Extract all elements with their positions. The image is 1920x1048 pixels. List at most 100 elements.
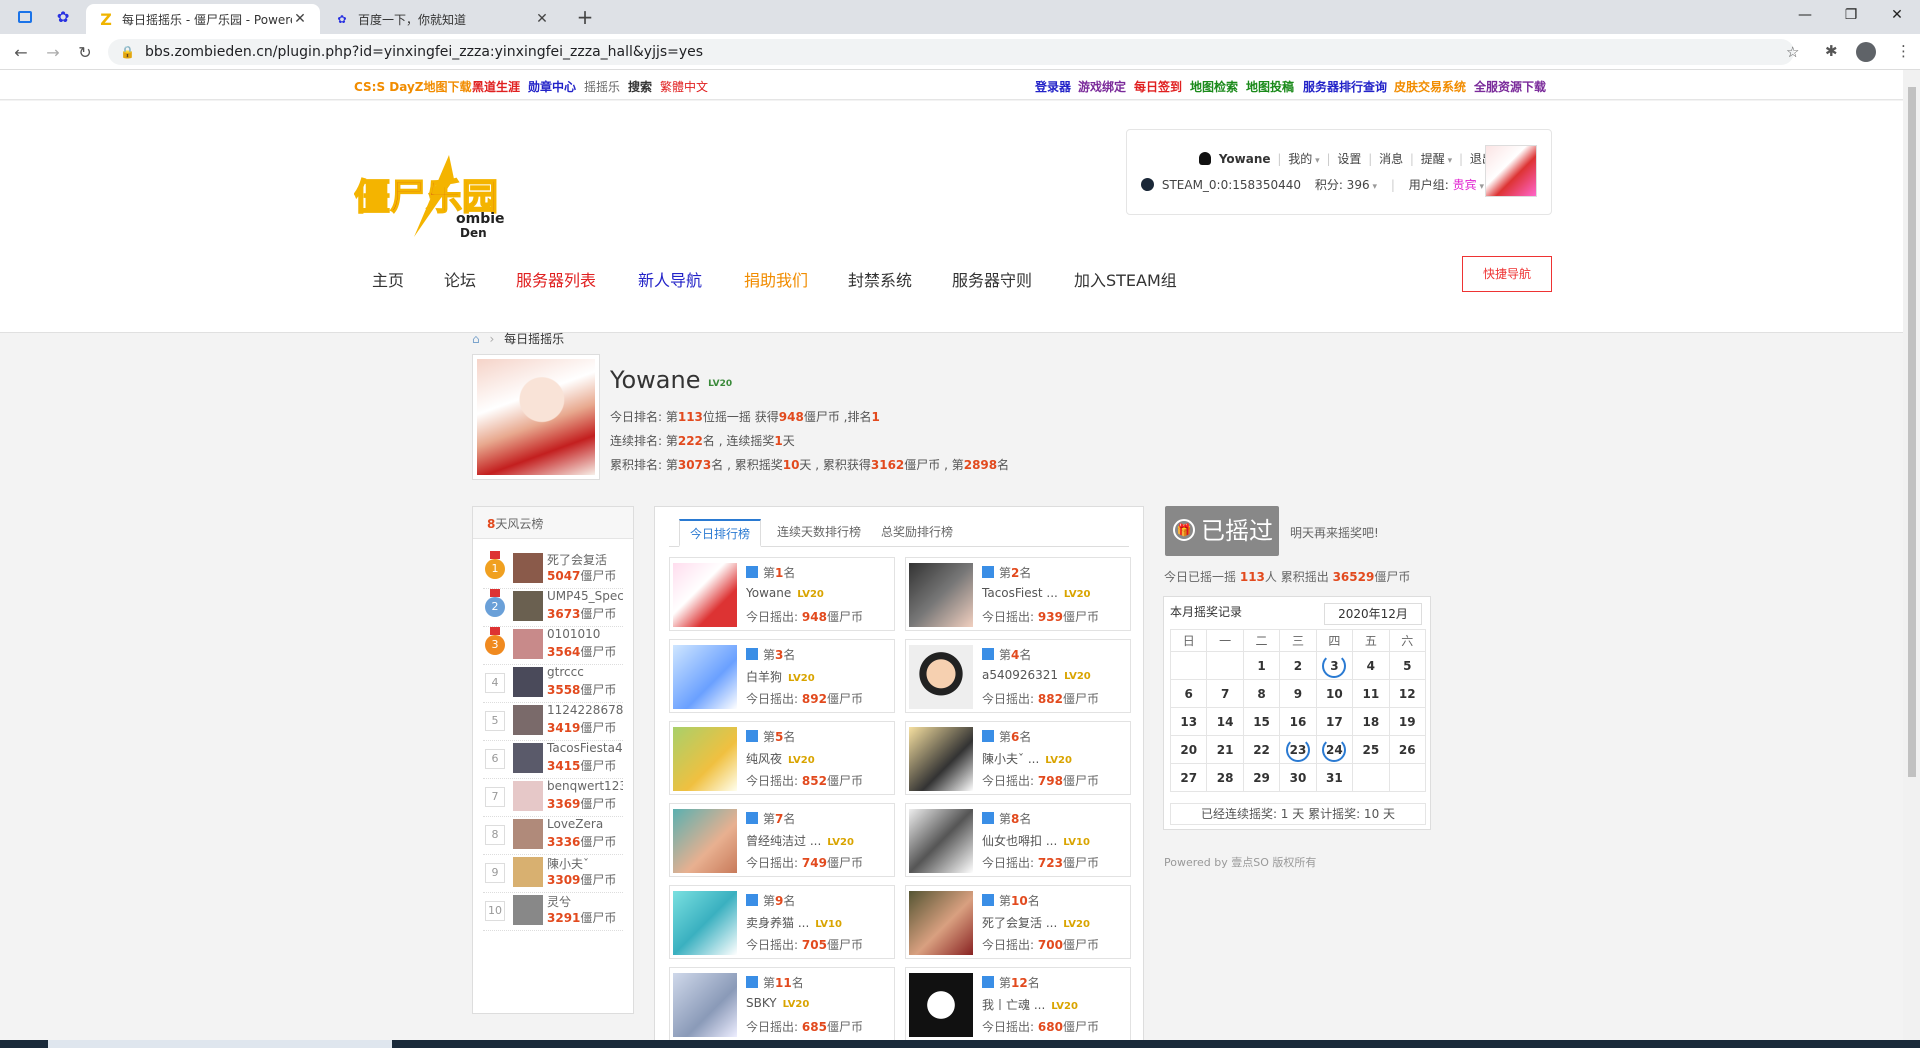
avatar[interactable] [909, 891, 973, 955]
toplink-skin-trade[interactable]: 皮肤交易系统 [1394, 78, 1466, 95]
username-link[interactable]: Yowane [1219, 152, 1271, 166]
weekly-user-name[interactable]: 0101010 [547, 627, 623, 641]
toplink-server-rank[interactable]: 服务器排行查询 [1303, 78, 1387, 95]
nav-servers[interactable]: 服务器列表 [516, 267, 596, 291]
toplink-bind[interactable]: 游戏绑定 [1078, 78, 1126, 95]
avatar[interactable] [513, 895, 543, 925]
rank-user-name[interactable]: 我丨亡魂 ... LV20 [982, 996, 1078, 1013]
weekly-user-name[interactable]: 陳小夫ˇ [547, 855, 623, 872]
home-icon[interactable]: ⌂ [472, 332, 480, 346]
rank-user-name[interactable]: 仙女也嘚扣 ... LV10 [982, 832, 1090, 849]
rank-user-name[interactable]: 陳小夫ˇ ... LV20 [982, 750, 1072, 767]
avatar[interactable] [513, 705, 543, 735]
already-shaken-button[interactable]: 🎁 已摇过 [1165, 506, 1279, 556]
nav-donate[interactable]: 捐助我们 [744, 267, 808, 291]
toplink-dayz[interactable]: CS:S DayZ地图下载 [354, 78, 472, 95]
rank-card[interactable]: 第5名 纯风夜 LV20 今日摇出: 852僵尸币 [669, 721, 895, 795]
toplink-medals[interactable]: 勋章中心 [528, 78, 576, 95]
rank-card[interactable]: 第8名 仙女也嘚扣 ... LV10 今日摇出: 723僵尸币 [905, 803, 1131, 877]
rank-card[interactable]: 第12名 我丨亡魂 ... LV20 今日摇出: 680僵尸币 [905, 967, 1131, 1041]
rank-user-name[interactable]: SBKY LV20 [746, 996, 809, 1010]
rank-card[interactable]: 第10名 死了会复活 ... LV20 今日摇出: 700僵尸币 [905, 885, 1131, 959]
rank-card[interactable]: 第3名 白羊狗 LV20 今日摇出: 892僵尸币 [669, 639, 895, 713]
rank-card[interactable]: 第1名 Yowane LV20 今日摇出: 948僵尸币 [669, 557, 895, 631]
avatar[interactable] [673, 727, 737, 791]
rank-card[interactable]: 第11名 SBKY LV20 今日摇出: 685僵尸币 [669, 967, 895, 1041]
menu-icon[interactable]: ⋮ [1896, 42, 1911, 60]
scrollbar-thumb[interactable] [1908, 87, 1916, 777]
restore-button[interactable]: ❐ [1828, 0, 1874, 30]
avatar[interactable] [513, 819, 543, 849]
bookmark-star-icon[interactable]: ☆ [1786, 43, 1799, 61]
rank-user-name[interactable]: a540926321 LV20 [982, 668, 1091, 682]
close-tab-icon[interactable]: ✕ [292, 11, 308, 27]
nav-steam-group[interactable]: 加入STEAM组 [1074, 267, 1177, 291]
pinned-tab-calendar[interactable] [6, 6, 44, 28]
weekly-user-name[interactable]: LoveZera [547, 817, 623, 831]
toplink-signin[interactable]: 每日签到 [1134, 78, 1182, 95]
avatar[interactable] [513, 857, 543, 887]
forward-button[interactable]: → [40, 40, 66, 64]
notify-menu[interactable]: 提醒 [1421, 152, 1445, 166]
tab-active[interactable]: Z 每日摇摇乐 - 僵尸乐园 - Powered ✕ [86, 4, 320, 34]
rank-user-name[interactable]: 纯风夜 LV20 [746, 750, 815, 767]
weekly-user-name[interactable]: UMP45_Speci [547, 589, 623, 603]
avatar[interactable] [673, 645, 737, 709]
toplink-traditional[interactable]: 繁體中文 [660, 78, 708, 95]
avatar[interactable] [909, 973, 973, 1037]
toplink-shake[interactable]: 摇摇乐 [584, 78, 620, 95]
rank-card[interactable]: 第2名 TacosFiest ... LV20 今日摇出: 939僵尸币 [905, 557, 1131, 631]
tab-baidu[interactable]: ✿ 百度一下，你就知道 ✕ [322, 4, 562, 34]
settings-link[interactable]: 设置 [1337, 152, 1361, 166]
weekly-user-name[interactable]: 灵兮 [547, 893, 623, 910]
rank-user-name[interactable]: TacosFiest ... LV20 [982, 586, 1091, 600]
new-tab-button[interactable]: + [574, 6, 596, 28]
avatar[interactable] [673, 563, 737, 627]
toplink-mapupload[interactable]: 地图投稿 [1246, 78, 1294, 95]
weekly-user-name[interactable]: benqwert123 [547, 779, 623, 793]
user-avatar[interactable] [1485, 145, 1537, 197]
rank-user-name[interactable]: Yowane LV20 [746, 586, 824, 600]
rank-card[interactable]: 第9名 卖身养猫 ... LV10 今日摇出: 705僵尸币 [669, 885, 895, 959]
avatar[interactable] [909, 809, 973, 873]
nav-forum[interactable]: 论坛 [444, 267, 476, 291]
nav-bans[interactable]: 封禁系统 [848, 267, 912, 291]
toplink-gang[interactable]: 黑道生涯 [472, 78, 520, 95]
nav-newbie[interactable]: 新人导航 [638, 267, 702, 291]
rank-user-name[interactable]: 卖身养猫 ... LV10 [746, 914, 842, 931]
toplink-search[interactable]: 搜索 [628, 78, 652, 95]
avatar[interactable] [513, 781, 543, 811]
tab-today-rank[interactable]: 今日排行榜 [679, 519, 762, 547]
toplink-launcher[interactable]: 登录器 [1035, 78, 1071, 95]
close-window-button[interactable]: ✕ [1874, 0, 1920, 30]
toplink-downloads[interactable]: 全服资源下载 [1474, 78, 1546, 95]
rank-user-name[interactable]: 白羊狗 LV20 [746, 668, 815, 685]
my-menu[interactable]: 我的 [1288, 152, 1312, 166]
weekly-user-name[interactable]: 1124228678 [547, 703, 623, 717]
reload-button[interactable]: ↻ [72, 40, 98, 64]
rank-card[interactable]: 第6名 陳小夫ˇ ... LV20 今日摇出: 798僵尸币 [905, 721, 1131, 795]
nav-home[interactable]: 主页 [372, 267, 404, 291]
avatar[interactable] [673, 891, 737, 955]
avatar[interactable] [513, 629, 543, 659]
tab-total-rank[interactable]: 总奖励排行榜 [871, 519, 963, 547]
rank-user-name[interactable]: 曾经纯洁过 ... LV20 [746, 832, 854, 849]
avatar[interactable] [513, 743, 543, 773]
close-tab-icon[interactable]: ✕ [534, 11, 550, 27]
avatar[interactable] [909, 563, 973, 627]
breadcrumb-current[interactable]: 每日摇摇乐 [504, 332, 564, 346]
avatar[interactable] [513, 667, 543, 697]
avatar[interactable] [909, 645, 973, 709]
messages-link[interactable]: 消息 [1379, 152, 1403, 166]
back-button[interactable]: ← [8, 40, 34, 64]
weekly-user-name[interactable]: 死了会复活 [547, 551, 623, 568]
avatar[interactable] [673, 973, 737, 1037]
tab-streak-rank[interactable]: 连续天数排行榜 [767, 519, 871, 547]
avatar[interactable] [909, 727, 973, 791]
pinned-tab-baidu[interactable]: ✿ [44, 6, 82, 28]
rank-card[interactable]: 第7名 曾经纯洁过 ... LV20 今日摇出: 749僵尸币 [669, 803, 895, 877]
weekly-user-name[interactable]: TacosFiesta4 [547, 741, 623, 755]
weekly-user-name[interactable]: gtrccc [547, 665, 623, 679]
quick-nav-button[interactable]: 快捷导航 [1462, 256, 1552, 292]
rank-user-name[interactable]: 死了会复活 ... LV20 [982, 914, 1090, 931]
